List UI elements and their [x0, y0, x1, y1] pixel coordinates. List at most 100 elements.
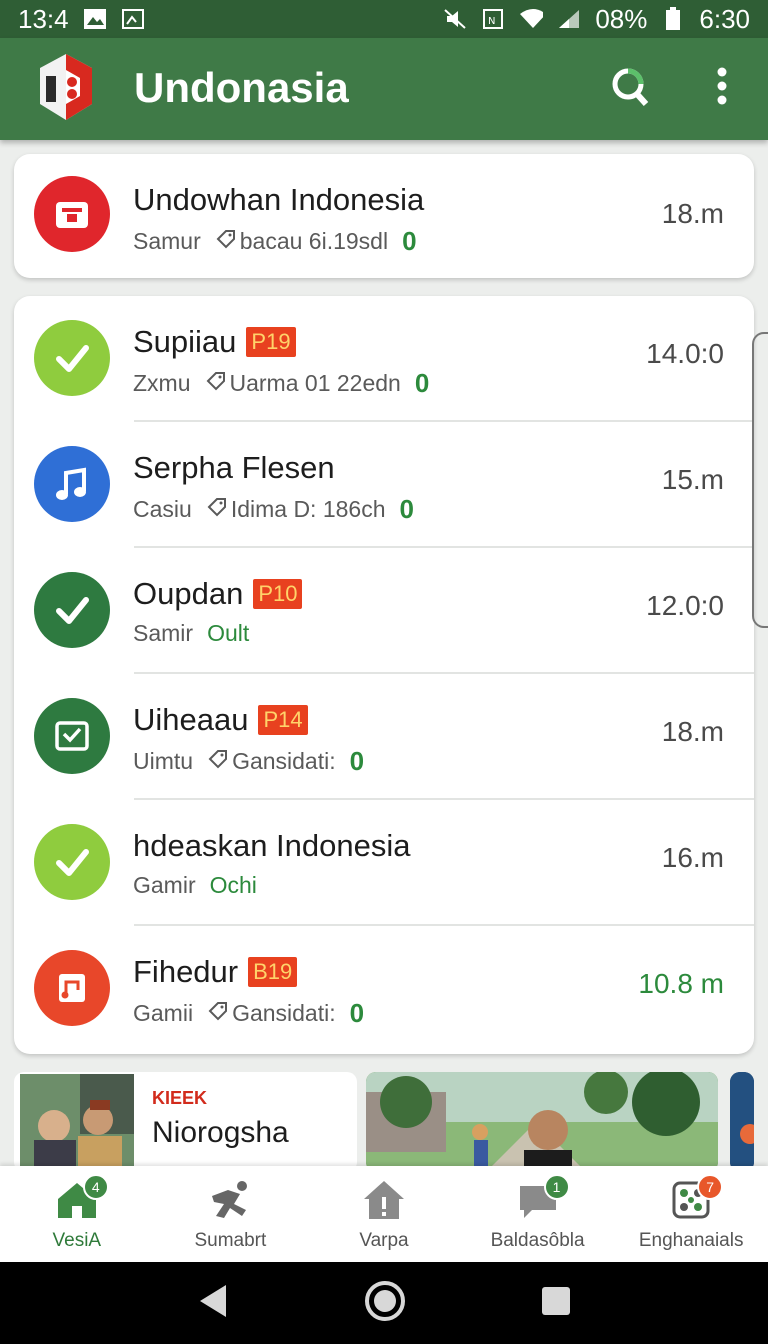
featured-title: Undowhan Indonesia [133, 182, 425, 217]
nav-badge: 4 [82, 1174, 109, 1200]
check-icon [34, 320, 110, 396]
list-item-detail: Gansidati: [232, 1000, 336, 1026]
gallery-notification-icon [121, 8, 145, 30]
list-item-name: Gamii [133, 1000, 194, 1026]
list-item-time: 12.0:0 [646, 590, 724, 621]
promo-headline: Niorogsha [152, 1116, 289, 1149]
list-item-name: Zxmu [133, 370, 191, 396]
status-time-left: 13:4 [18, 3, 69, 34]
overflow-menu-button[interactable] [698, 62, 746, 114]
music-note-icon [34, 446, 110, 522]
more-vert-icon [716, 66, 728, 111]
nav-item-enghanaials[interactable]: 7 Enghanaials [614, 1166, 768, 1262]
battery-percent: 08% [595, 3, 648, 34]
nav-item-varpa[interactable]: Varpa [307, 1166, 461, 1262]
battery-icon [661, 7, 685, 30]
featured-subtitle-detail: bacau 6i.19sdl [239, 228, 389, 254]
app-logo-icon[interactable] [36, 52, 96, 124]
nav-item-sumabrt[interactable]: Sumabrt [154, 1166, 308, 1262]
music-sheet-icon [34, 950, 110, 1026]
list-item[interactable]: Uiheaau P14 Uimtu Gansidati: 0 18.m [14, 674, 754, 800]
check-icon [34, 824, 110, 900]
list-item-tag: P19 [246, 327, 296, 357]
house-alert-icon [360, 1178, 408, 1222]
list-item-time: 16.m [661, 842, 724, 873]
signal-icon [557, 8, 581, 30]
bottom-navigation: 4 VesiA Sumabrt Varpa 1 Baldasôbla 7 Eng… [0, 1166, 768, 1262]
featured-time: 18.m [661, 198, 724, 229]
nav-label: Varpa [359, 1230, 409, 1251]
nav-label: Baldasôbla [490, 1230, 585, 1251]
svg-text:N: N [488, 16, 495, 27]
app-bar: Undonasia [0, 38, 768, 140]
promo-card[interactable]: KIEEK Niorogsha [14, 1072, 357, 1172]
search-button[interactable] [606, 62, 654, 114]
list-item-time: 15.m [661, 464, 724, 495]
check-icon [34, 572, 110, 648]
system-navigation-bar [0, 1262, 768, 1344]
list-item-title: Serpha Flesen [133, 450, 335, 485]
app-title: Undonasia [134, 64, 349, 111]
nfc-icon: N [481, 8, 505, 30]
item-list-card: Supiiau P19 Zxmu Uarma 01 22edn 0 14.0:0… [14, 296, 754, 1054]
list-item-detail: Gansidati: [232, 748, 336, 774]
list-item-detail: Uarma 01 22edn [229, 370, 401, 396]
nav-item-baldasobla[interactable]: 1 Baldasôbla [461, 1166, 615, 1262]
mail-check-icon [34, 698, 110, 774]
tag-outline-icon [207, 1000, 229, 1028]
list-item-detail: Idima D: 186ch [230, 496, 386, 522]
list-item-time: 14.0:0 [646, 338, 724, 369]
runner-icon [206, 1178, 254, 1222]
featured-count: 0 [402, 226, 417, 256]
status-bar: 13:4 N 08% 6:30 [0, 0, 768, 38]
inbox-icon [34, 176, 110, 252]
list-item-count: 0 [399, 494, 414, 524]
list-item-tag: B19 [248, 957, 298, 987]
featured-card[interactable]: Undowhan Indonesia Samur bacau 6i.19sdl … [14, 154, 754, 278]
tag-outline-icon [215, 228, 237, 256]
list-item-time: 10.8 m [638, 968, 724, 999]
status-time-right: 6:30 [699, 3, 750, 34]
home-circle-icon[interactable] [363, 1279, 407, 1328]
nav-label: Enghanaials [638, 1230, 744, 1251]
wifi-icon [519, 8, 544, 30]
list-item[interactable]: Serpha Flesen Casiu Idima D: 186ch 0 15.… [14, 422, 754, 548]
list-item-count: 0 [414, 368, 430, 398]
tag-outline-icon [205, 370, 227, 398]
list-item-time: 18.m [661, 716, 724, 747]
list-item-status: Oult [207, 620, 250, 646]
promo-photo-card[interactable] [366, 1072, 718, 1172]
list-item-tag: P14 [258, 705, 308, 735]
image-notification-icon [83, 8, 107, 30]
list-item-count: 0 [349, 746, 365, 776]
back-icon[interactable] [196, 1283, 230, 1324]
list-item-tag: P10 [253, 579, 303, 609]
mute-icon [443, 8, 467, 30]
park-photo [366, 1072, 718, 1172]
list-item[interactable]: Fihedur B19 Gamii Gansidati: 0 10.8 m [14, 926, 754, 1052]
promo-next-card[interactable] [730, 1072, 754, 1172]
list-item[interactable]: Oupdan P10 Samir Oult 12.0:0 [14, 548, 754, 674]
chat-icon: 1 [514, 1174, 570, 1222]
featured-subtitle-name: Samur [133, 228, 201, 254]
list-item-title: Fihedur [133, 954, 239, 989]
promo-kicker: KIEEK [152, 1088, 208, 1108]
list-item-name: Gamir [133, 872, 196, 898]
grid-dots-icon: 7 [667, 1174, 724, 1222]
nav-item-home[interactable]: 4 VesiA [0, 1166, 154, 1262]
list-item-title: Oupdan [133, 576, 244, 611]
scrollbar-thumb[interactable] [752, 332, 768, 628]
home-icon: 4 [53, 1174, 109, 1222]
featured-row[interactable]: Undowhan Indonesia Samur bacau 6i.19sdl … [14, 154, 754, 278]
tag-outline-icon [207, 748, 229, 776]
list-item-count: 0 [349, 998, 365, 1028]
search-icon [610, 64, 650, 113]
list-item[interactable]: Supiiau P19 Zxmu Uarma 01 22edn 0 14.0:0 [14, 296, 754, 422]
list-item[interactable]: hdeaskan Indonesia Gamir Ochi 16.m [14, 800, 754, 926]
recents-icon[interactable] [540, 1285, 572, 1322]
list-item-title: Supiiau [133, 324, 237, 359]
list-item-name: Uimtu [133, 748, 194, 774]
list-item-title: Uiheaau [133, 702, 249, 737]
nav-label: Sumabrt [194, 1230, 267, 1251]
list-item-name: Samir [133, 620, 194, 646]
